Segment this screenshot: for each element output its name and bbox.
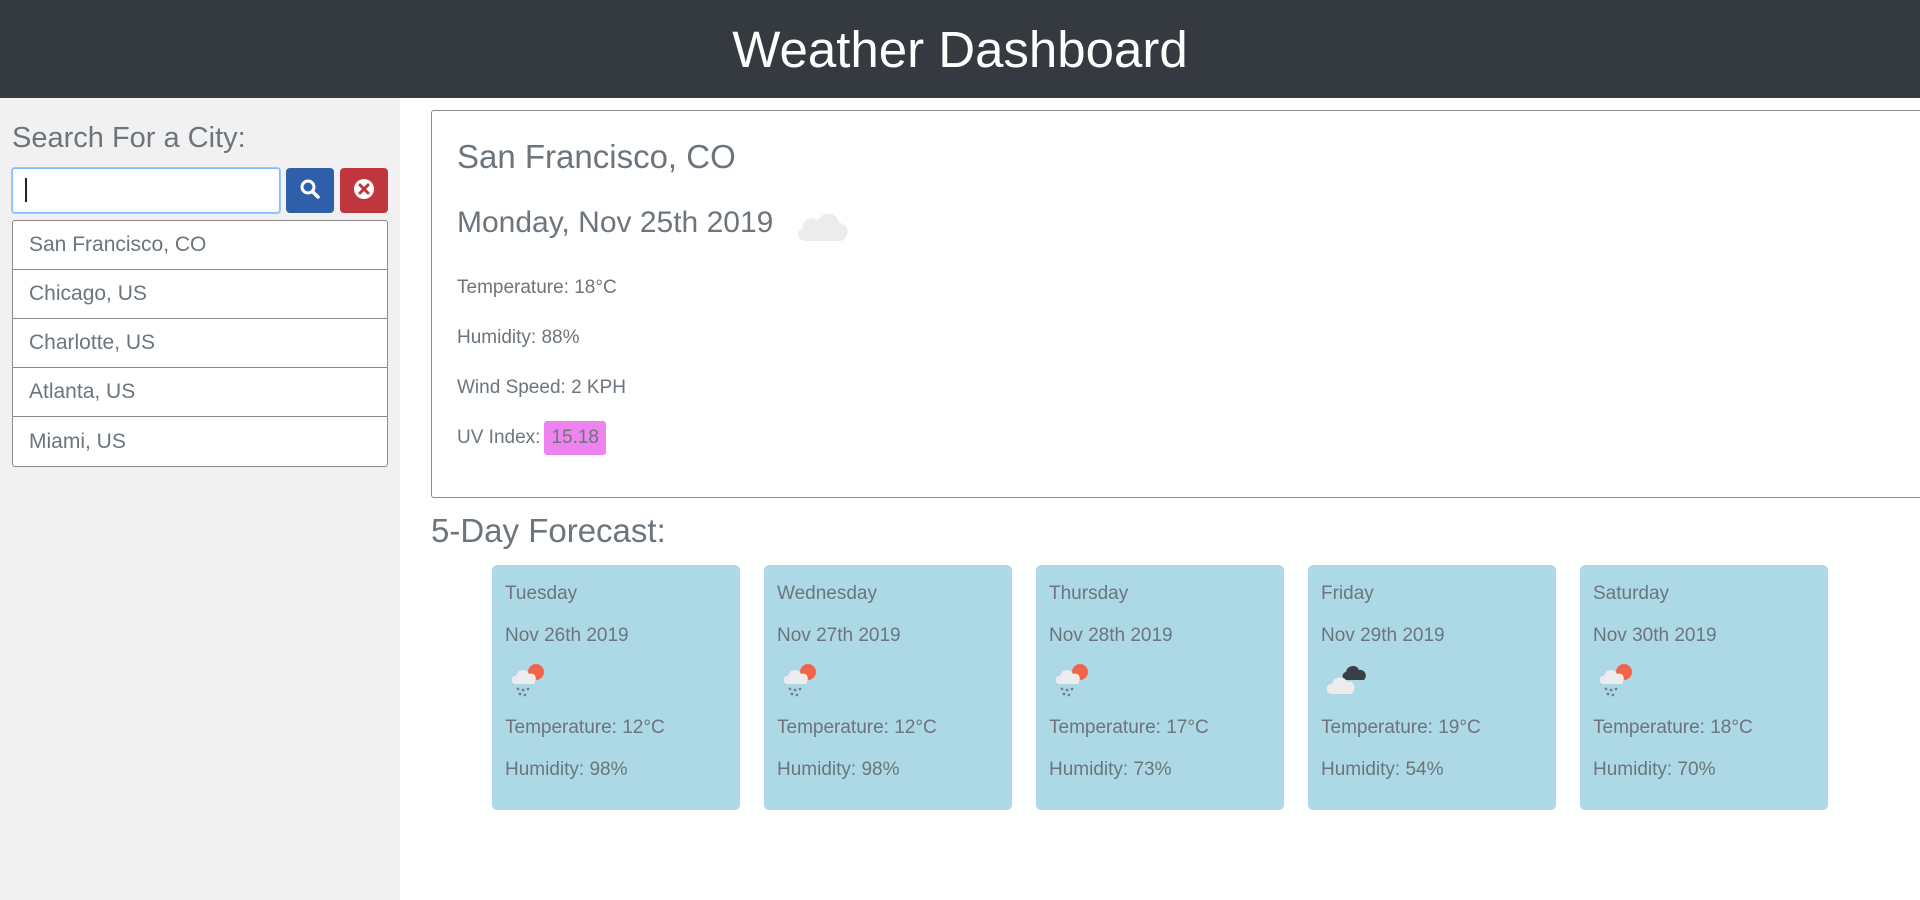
search-input[interactable] bbox=[12, 168, 280, 213]
city-item[interactable]: San Francisco, CO bbox=[13, 221, 387, 270]
city-item[interactable]: Charlotte, US bbox=[13, 319, 387, 368]
forecast-date: Nov 29th 2019 bbox=[1321, 625, 1445, 646]
sidebar: Search For a City: San Francisco, CO Chi… bbox=[0, 98, 400, 900]
forecast-date: Nov 30th 2019 bbox=[1593, 625, 1717, 646]
uv-index-badge: 15.18 bbox=[544, 421, 606, 455]
forecast-temperature: Temperature: 12°C bbox=[777, 717, 937, 738]
forecast-day: Tuesday bbox=[505, 583, 578, 604]
close-circle-icon bbox=[353, 178, 375, 203]
city-history-list: San Francisco, CO Chicago, US Charlotte,… bbox=[12, 220, 388, 467]
uv-label: UV Index: bbox=[457, 427, 541, 448]
forecast-temperature: Temperature: 17°C bbox=[1049, 717, 1209, 738]
current-date: Monday, Nov 25th 2019 bbox=[457, 206, 774, 239]
current-city-name: San Francisco, CO bbox=[457, 138, 736, 175]
cloud-icon bbox=[793, 203, 853, 252]
search-icon bbox=[299, 178, 321, 203]
forecast-day: Friday bbox=[1321, 583, 1374, 604]
forecast-humidity: Humidity: 98% bbox=[505, 759, 628, 780]
forecast-card: Thursday Nov 28th 2019 Temperature: 17°C… bbox=[1036, 565, 1284, 810]
clear-button[interactable] bbox=[340, 168, 388, 213]
search-label: Search For a City: bbox=[12, 122, 246, 154]
current-uv-row: UV Index: 15.18 bbox=[457, 421, 606, 455]
broken-clouds-icon bbox=[1324, 660, 1374, 705]
forecast-humidity: Humidity: 54% bbox=[1321, 759, 1444, 780]
sun-rain-cloud-icon bbox=[508, 660, 554, 705]
current-weather-card: San Francisco, CO Monday, Nov 25th 2019 … bbox=[431, 110, 1920, 498]
forecast-humidity: Humidity: 70% bbox=[1593, 759, 1716, 780]
forecast-card: Saturday Nov 30th 2019 Temperature: 18°C… bbox=[1580, 565, 1828, 810]
page-title: Weather Dashboard bbox=[732, 20, 1188, 78]
current-humidity: Humidity: 88% bbox=[457, 327, 580, 348]
forecast-card: Tuesday Nov 26th 2019 Temperature: 12°C … bbox=[492, 565, 740, 810]
forecast-card: Wednesday Nov 27th 2019 Temperature: 12°… bbox=[764, 565, 1012, 810]
forecast-day: Thursday bbox=[1049, 583, 1129, 604]
header-bar: Weather Dashboard bbox=[0, 0, 1920, 98]
forecast-date: Nov 28th 2019 bbox=[1049, 625, 1173, 646]
forecast-day: Saturday bbox=[1593, 583, 1670, 604]
sun-rain-cloud-icon bbox=[1052, 660, 1098, 705]
current-wind-speed: Wind Speed: 2 KPH bbox=[457, 377, 626, 398]
text-caret bbox=[25, 178, 27, 202]
search-button[interactable] bbox=[286, 168, 334, 213]
forecast-temperature: Temperature: 12°C bbox=[505, 717, 665, 738]
city-item[interactable]: Chicago, US bbox=[13, 270, 387, 319]
forecast-temperature: Temperature: 18°C bbox=[1593, 717, 1753, 738]
forecast-humidity: Humidity: 73% bbox=[1049, 759, 1172, 780]
forecast-day: Wednesday bbox=[777, 583, 877, 604]
forecast-temperature: Temperature: 19°C bbox=[1321, 717, 1481, 738]
forecast-date: Nov 26th 2019 bbox=[505, 625, 629, 646]
sun-rain-cloud-icon bbox=[1596, 660, 1642, 705]
forecast-card: Friday Nov 29th 2019 Temperature: 19°C H… bbox=[1308, 565, 1556, 810]
city-item[interactable]: Miami, US bbox=[13, 417, 387, 466]
forecast-date: Nov 27th 2019 bbox=[777, 625, 901, 646]
city-item[interactable]: Atlanta, US bbox=[13, 368, 387, 417]
forecast-title: 5-Day Forecast: bbox=[431, 512, 666, 549]
sun-rain-cloud-icon bbox=[780, 660, 826, 705]
forecast-humidity: Humidity: 98% bbox=[777, 759, 900, 780]
current-temperature: Temperature: 18°C bbox=[457, 277, 617, 298]
